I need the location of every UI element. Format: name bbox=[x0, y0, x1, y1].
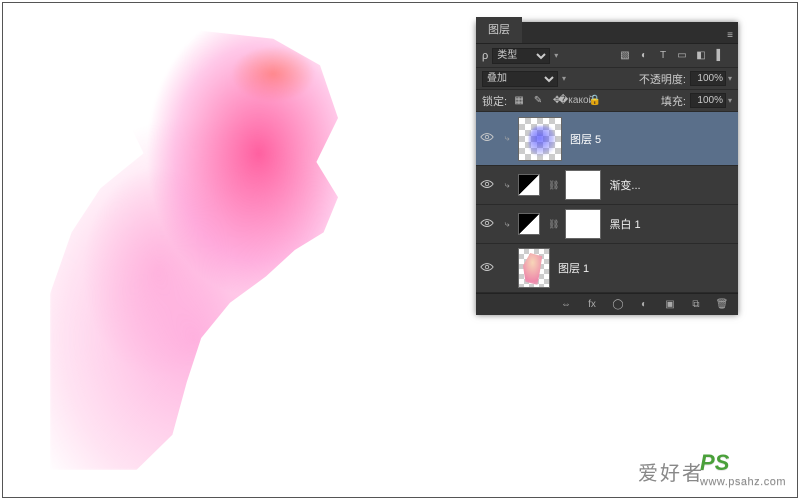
lock-all-icon[interactable]: 🔒 bbox=[587, 93, 603, 109]
layers-tab[interactable]: 图层 bbox=[476, 17, 522, 43]
layer-name[interactable]: 图层 5 bbox=[570, 131, 601, 147]
chevron-down-icon: ▾ bbox=[728, 74, 732, 83]
mask-thumbnail[interactable] bbox=[565, 170, 601, 200]
watermark: PS www.psahz.com bbox=[700, 450, 786, 488]
watermark-url: www.psahz.com bbox=[700, 476, 786, 488]
filter-type-select[interactable]: 类型 bbox=[492, 48, 550, 64]
panel-tab-row: 图层 ≡ bbox=[476, 22, 738, 44]
layer-thumbnail[interactable] bbox=[518, 117, 562, 161]
filter-toggle-icon[interactable]: ▌ bbox=[712, 48, 728, 64]
layers-panel: 图层 ≡ ρ 类型 ▾ ▧ ◐ T ▭ ◧ ▌ 叠加 ▾ 不透明度: ▾ 锁定:… bbox=[476, 22, 738, 315]
visibility-eye-icon[interactable] bbox=[480, 260, 494, 277]
chevron-down-icon: ▾ bbox=[728, 96, 732, 105]
lock-pixels-icon[interactable]: ✎ bbox=[530, 93, 546, 109]
canvas-area bbox=[10, 10, 440, 490]
layer-name[interactable]: 图层 1 bbox=[558, 260, 589, 276]
panel-menu-icon[interactable]: ≡ bbox=[722, 27, 738, 43]
fx-icon[interactable]: fx bbox=[584, 297, 600, 313]
search-icon: ρ bbox=[482, 50, 488, 62]
layer-row[interactable]: ⤷ ⛓ 渐变... bbox=[476, 166, 738, 205]
layer-name[interactable]: 黑白 1 bbox=[609, 216, 640, 232]
watermark-cn: 爱好者 bbox=[638, 457, 704, 486]
filter-type-icon[interactable]: T bbox=[655, 48, 671, 64]
visibility-eye-icon[interactable] bbox=[480, 130, 494, 147]
watermark-brand: PS bbox=[700, 450, 729, 475]
new-layer-icon[interactable]: ⧉ bbox=[688, 297, 704, 313]
delete-layer-icon[interactable]: 🗑 bbox=[714, 297, 730, 313]
layer-row[interactable]: 图层 1 bbox=[476, 244, 738, 293]
filter-icon-group: ▧ ◐ T ▭ ◧ ▌ bbox=[617, 48, 732, 64]
layers-list: ⤷ 图层 5 ⤷ ⛓ 渐变... ⤷ ⛓ 黑白 1 图层 1 bbox=[476, 112, 738, 293]
visibility-eye-icon[interactable] bbox=[480, 177, 494, 194]
chevron-down-icon: ▾ bbox=[562, 74, 566, 83]
adjustment-thumbnail[interactable] bbox=[518, 174, 540, 196]
filter-row: ρ 类型 ▾ ▧ ◐ T ▭ ◧ ▌ bbox=[476, 44, 738, 68]
group-icon[interactable]: ▣ bbox=[662, 297, 678, 313]
opacity-input[interactable] bbox=[690, 71, 726, 86]
panel-footer: ⇔ fx ◯ ◐ ▣ ⧉ 🗑 bbox=[476, 293, 738, 315]
fill-field[interactable]: ▾ bbox=[690, 93, 732, 108]
filter-smart-icon[interactable]: ◧ bbox=[693, 48, 709, 64]
opacity-field[interactable]: ▾ bbox=[690, 71, 732, 86]
portrait-image bbox=[50, 30, 410, 470]
link-layers-icon[interactable]: ⇔ bbox=[558, 297, 574, 313]
filter-adjust-icon[interactable]: ◐ bbox=[636, 48, 652, 64]
lock-artboard-icon[interactable]: �какой bbox=[568, 93, 584, 109]
adjustment-thumbnail[interactable] bbox=[518, 213, 540, 235]
link-icon: ⛓ bbox=[548, 219, 559, 230]
mask-thumbnail[interactable] bbox=[565, 209, 601, 239]
adjustment-layer-icon[interactable]: ◐ bbox=[636, 297, 652, 313]
visibility-eye-icon[interactable] bbox=[480, 216, 494, 233]
clip-arrow-icon: ⤷ bbox=[498, 133, 516, 144]
lock-trans-icon[interactable]: ▦ bbox=[511, 93, 527, 109]
fill-input[interactable] bbox=[690, 93, 726, 108]
chevron-down-icon: ▾ bbox=[554, 51, 558, 60]
layer-row[interactable]: ⤷ 图层 5 bbox=[476, 112, 738, 166]
link-icon: ⛓ bbox=[548, 180, 559, 191]
blend-mode-select[interactable]: 叠加 bbox=[482, 71, 558, 87]
blend-row: 叠加 ▾ 不透明度: ▾ bbox=[476, 68, 738, 90]
lock-row: 锁定: ▦ ✎ ✥ �какой 🔒 填充: ▾ bbox=[476, 90, 738, 112]
layer-name[interactable]: 渐变... bbox=[609, 177, 640, 193]
opacity-label: 不透明度: bbox=[639, 71, 686, 87]
layer-row[interactable]: ⤷ ⛓ 黑白 1 bbox=[476, 205, 738, 244]
add-mask-icon[interactable]: ◯ bbox=[610, 297, 626, 313]
lock-label: 锁定: bbox=[482, 93, 507, 109]
filter-shape-icon[interactable]: ▭ bbox=[674, 48, 690, 64]
filter-pixel-icon[interactable]: ▧ bbox=[617, 48, 633, 64]
layer-thumbnail[interactable] bbox=[518, 248, 550, 288]
clip-arrow-icon: ⤷ bbox=[498, 180, 516, 191]
fill-label: 填充: bbox=[661, 93, 686, 109]
clip-arrow-icon: ⤷ bbox=[498, 219, 516, 230]
